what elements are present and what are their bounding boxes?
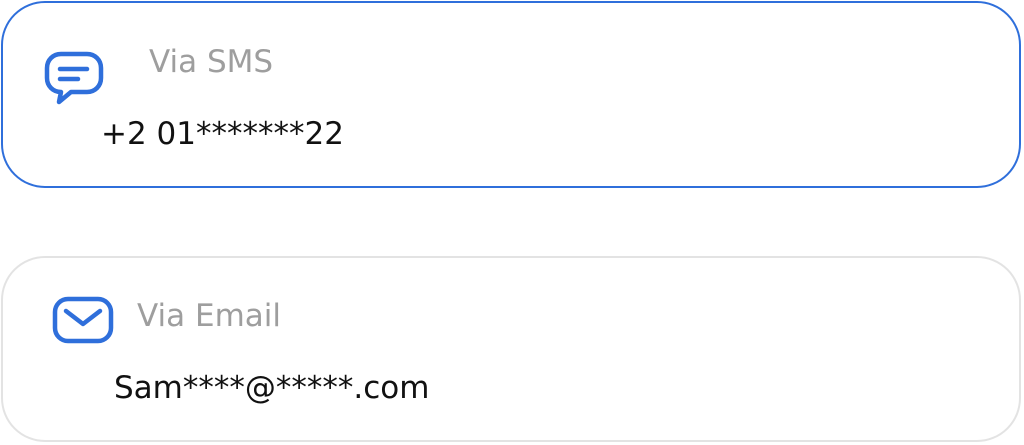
masked-email-address: Sam****@*****.com — [114, 370, 430, 406]
sms-option-label: Via SMS — [149, 44, 274, 80]
sms-option-card[interactable]: Via SMS +2 01*******22 — [1, 1, 1021, 188]
envelope-icon — [52, 296, 114, 344]
email-option-card[interactable]: Via Email Sam****@*****.com — [1, 256, 1021, 442]
chat-bubble-icon — [44, 51, 104, 105]
masked-phone-number: +2 01*******22 — [101, 116, 344, 152]
email-option-label: Via Email — [137, 298, 281, 334]
